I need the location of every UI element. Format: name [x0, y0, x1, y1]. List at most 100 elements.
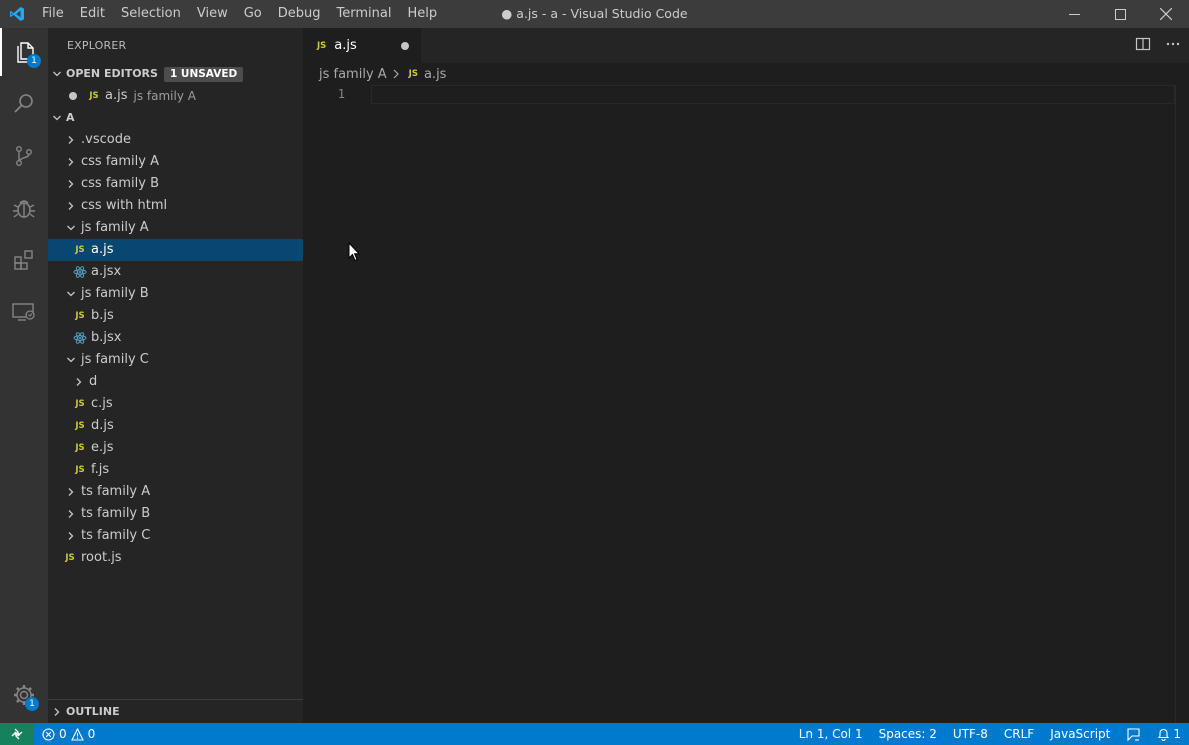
tree-file-d-js[interactable]: JS d.js [48, 415, 303, 437]
open-editor-item[interactable]: JS a.js js family A [48, 85, 303, 107]
tree-file-a-jsx[interactable]: a.jsx [48, 261, 303, 283]
menu-go[interactable]: Go [236, 0, 270, 28]
split-editor-button[interactable] [1135, 36, 1151, 56]
breadcrumb-file[interactable]: a.js [424, 67, 446, 82]
feedback-button[interactable] [1118, 723, 1149, 745]
js-file-icon: JS [89, 91, 99, 101]
tree-item-label: b.js [91, 308, 114, 323]
tree-file-b-jsx[interactable]: b.jsx [48, 327, 303, 349]
tree-folder-ts-family-c[interactable]: ts family C [48, 525, 303, 547]
tree-item-label: ts family C [81, 528, 151, 543]
indentation[interactable]: Spaces: 2 [871, 723, 945, 745]
error-count: 0 [59, 727, 67, 741]
chevron-down-icon [48, 113, 66, 123]
unsaved-dot-icon[interactable] [69, 92, 86, 100]
editor-actions [1135, 28, 1181, 63]
tree-item-label: ts family B [81, 506, 151, 521]
minimize-icon [1068, 13, 1080, 15]
tree-folder-css-family-b[interactable]: css family B [48, 173, 303, 195]
js-file-icon: JS [317, 40, 327, 51]
code-editor[interactable]: 1 [303, 85, 1189, 723]
chevron-right-icon [72, 377, 86, 387]
breadcrumb-folder[interactable]: js family A [319, 67, 387, 82]
unsaved-dot-icon[interactable] [401, 42, 409, 50]
mouse-pointer-icon [348, 241, 361, 266]
chevron-down-icon [64, 355, 78, 365]
tree-file-b-js[interactable]: JS b.js [48, 305, 303, 327]
tree-folder-d[interactable]: d [48, 371, 303, 393]
chevron-right-icon [64, 135, 78, 145]
folder-name: A [66, 111, 75, 124]
cursor-position[interactable]: Ln 1, Col 1 [791, 723, 871, 745]
notification-count: 1 [1173, 727, 1181, 741]
end-of-line[interactable]: CRLF [996, 723, 1042, 745]
language-mode[interactable]: JavaScript [1042, 723, 1118, 745]
folder-header[interactable]: A [48, 107, 303, 129]
react-file-icon [72, 327, 88, 349]
tree-folder-js-family-a[interactable]: js family A [48, 217, 303, 239]
menu-terminal[interactable]: Terminal [329, 0, 400, 28]
tree-item-label: js family A [81, 220, 149, 235]
js-file-icon: JS [75, 399, 85, 409]
remote-explorer-icon [12, 303, 35, 321]
line-number: 1 [337, 87, 345, 101]
tree-folder-js-family-b[interactable]: js family B [48, 283, 303, 305]
chevron-right-icon [391, 69, 401, 79]
tree-folder-js-family-c[interactable]: js family C [48, 349, 303, 371]
current-line-highlight [371, 85, 1175, 104]
tree-file-c-js[interactable]: JS c.js [48, 393, 303, 415]
remote-indicator[interactable] [0, 723, 34, 745]
open-editor-description: js family A [133, 89, 196, 103]
activity-bar: 1 1 [0, 28, 48, 723]
menu-debug[interactable]: Debug [270, 0, 329, 28]
tree-folder-vscode[interactable]: .vscode [48, 129, 303, 151]
problems-indicator[interactable]: 0 0 [34, 727, 95, 741]
editor-area: JS a.js js family A JS a.js 1 [303, 28, 1189, 723]
open-editors-header[interactable]: OPEN EDITORS 1 UNSAVED [48, 63, 303, 85]
tree-file-a-js[interactable]: JS a.js [48, 239, 303, 261]
maximize-button[interactable] [1097, 0, 1143, 28]
tree-file-root-js[interactable]: JS root.js [48, 547, 303, 569]
tree-folder-ts-family-a[interactable]: ts family A [48, 481, 303, 503]
manage-activity-button[interactable]: 1 [0, 671, 48, 719]
tree-folder-css-family-a[interactable]: css family A [48, 151, 303, 173]
menu-selection[interactable]: Selection [113, 0, 189, 28]
outline-header[interactable]: OUTLINE [48, 699, 303, 723]
menu-file[interactable]: File [34, 0, 72, 28]
explorer-activity-button[interactable]: 1 [0, 28, 48, 76]
menu-view[interactable]: View [189, 0, 236, 28]
tree-folder-css-with-html[interactable]: css with html [48, 195, 303, 217]
ellipsis-icon [1166, 42, 1180, 45]
debug-activity-button[interactable] [0, 184, 48, 232]
file-tree: .vscode css family A css family B css with … [48, 129, 303, 569]
error-icon [42, 727, 55, 741]
menu-edit[interactable]: Edit [72, 0, 113, 28]
extensions-activity-button[interactable] [0, 236, 48, 284]
tree-item-label: root.js [81, 550, 122, 565]
tab-a-js[interactable]: JS a.js [303, 28, 421, 63]
tree-file-f-js[interactable]: JS f.js [48, 459, 303, 481]
notifications-button[interactable]: 1 [1149, 723, 1189, 745]
tree-file-e-js[interactable]: JS e.js [48, 437, 303, 459]
bug-icon [13, 200, 35, 218]
split-editor-icon [1135, 37, 1151, 50]
search-activity-button[interactable] [0, 80, 48, 128]
js-file-icon: JS [75, 421, 85, 431]
chevron-right-icon [64, 487, 78, 497]
tree-item-label: js family B [81, 286, 149, 301]
tree-folder-ts-family-b[interactable]: ts family B [48, 503, 303, 525]
extensions-icon [14, 250, 33, 270]
minimize-button[interactable] [1051, 0, 1097, 28]
window-controls [1051, 0, 1189, 28]
outline-label: OUTLINE [66, 705, 120, 718]
more-actions-button[interactable] [1165, 36, 1181, 56]
encoding[interactable]: UTF-8 [945, 723, 996, 745]
menu-help[interactable]: Help [399, 0, 445, 28]
vertical-scrollbar[interactable] [1175, 85, 1189, 723]
source-control-activity-button[interactable] [0, 132, 48, 180]
remote-explorer-activity-button[interactable] [0, 288, 48, 336]
close-window-button[interactable] [1143, 0, 1189, 28]
js-file-icon: JS [75, 311, 85, 321]
vscode-logo-icon [0, 0, 34, 28]
status-bar: 0 0 Ln 1, Col 1 Spaces: 2 UTF-8 CRLF Jav… [0, 723, 1189, 745]
